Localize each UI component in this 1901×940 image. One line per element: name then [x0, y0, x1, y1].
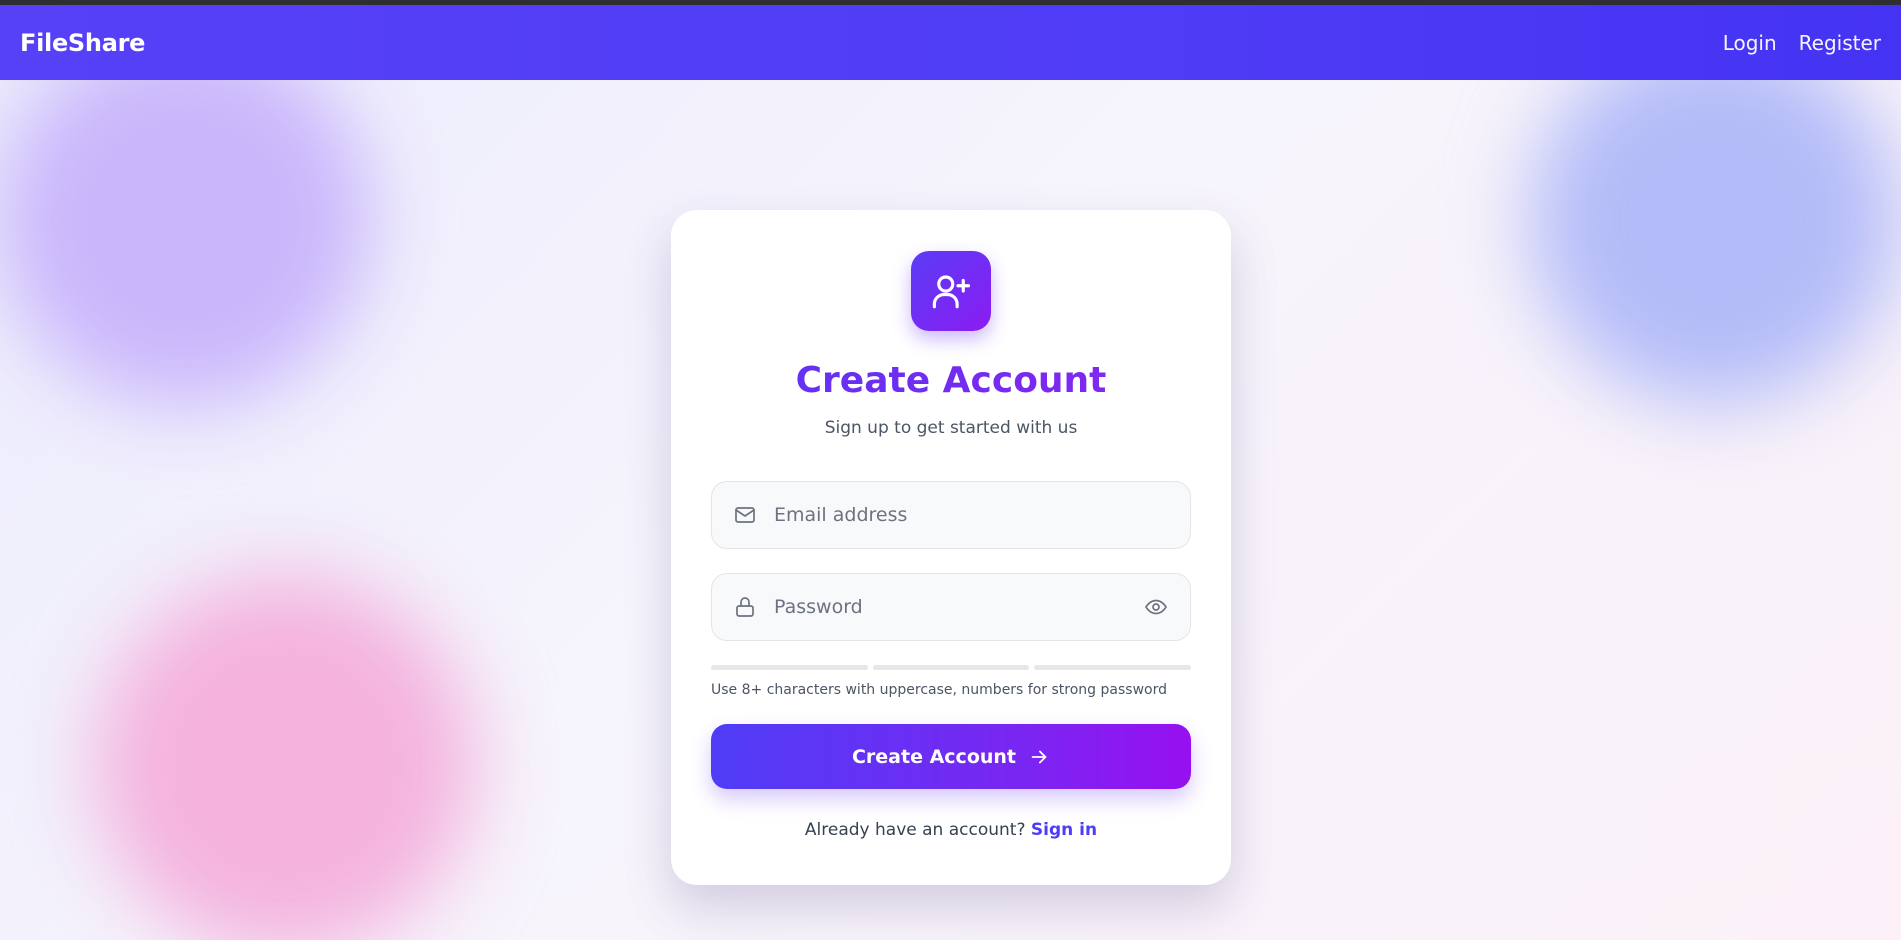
signin-prompt-text: Already have an account? — [804, 820, 1026, 840]
strength-segment — [1034, 665, 1192, 670]
create-account-button[interactable]: Create Account — [711, 724, 1191, 789]
email-input[interactable] — [774, 504, 1170, 526]
create-account-button-label: Create Account — [851, 745, 1017, 768]
decor-blob-bottom-left — [95, 575, 475, 940]
page-subtitle: Sign up to get started with us — [824, 418, 1078, 438]
decor-blob-top-left — [0, 35, 370, 405]
navbar: FileShare Login Register — [0, 5, 1901, 80]
password-strength-meter — [711, 665, 1192, 670]
decor-blob-top-right — [1530, 35, 1900, 405]
lock-icon — [732, 594, 758, 620]
nav-login-link[interactable]: Login — [1723, 31, 1777, 55]
nav-links: Login Register — [1723, 31, 1881, 55]
signin-prompt: Already have an account? Sign in — [671, 820, 1231, 840]
register-card: Create Account Sign up to get started wi… — [671, 210, 1231, 885]
sign-in-link[interactable]: Sign in — [1031, 820, 1097, 840]
email-field-wrapper — [711, 481, 1191, 549]
arrow-right-icon — [1031, 750, 1047, 763]
page-title: Create Account — [671, 360, 1231, 401]
brand-logo[interactable]: FileShare — [20, 29, 145, 57]
nav-register-link[interactable]: Register — [1799, 31, 1881, 55]
password-input[interactable] — [774, 596, 1142, 618]
password-hint: Use 8+ characters with uppercase, number… — [711, 682, 1167, 698]
strength-segment — [711, 665, 868, 670]
password-field-wrapper — [711, 573, 1191, 641]
eye-icon[interactable] — [1142, 593, 1170, 621]
card-logo-tile — [911, 251, 991, 331]
user-plus-icon — [932, 275, 971, 309]
strength-segment — [872, 665, 1030, 670]
mail-icon — [732, 502, 758, 528]
